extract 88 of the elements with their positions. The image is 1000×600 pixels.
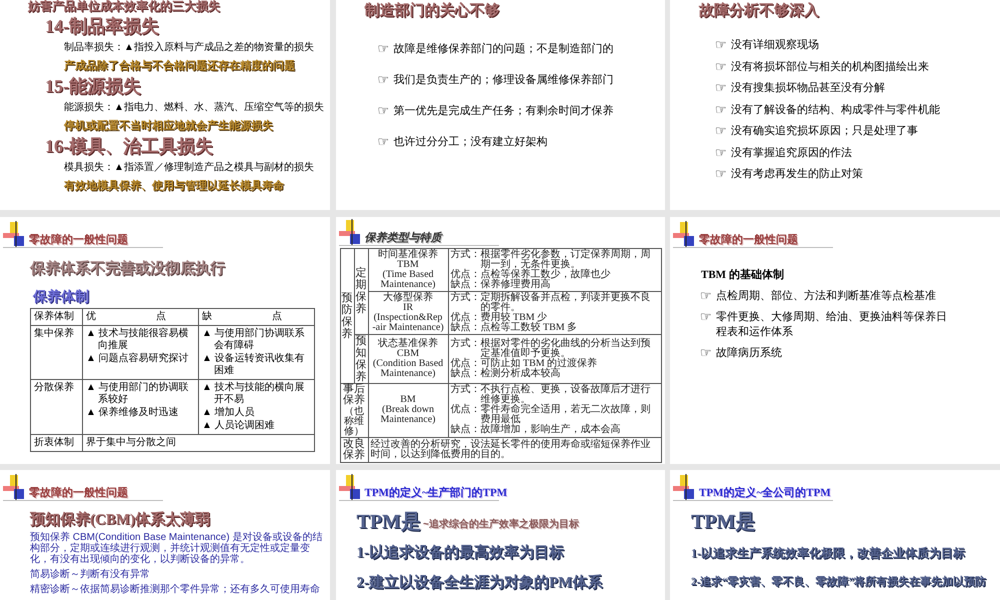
note-text: 优点：可防止如 TBM 的过渡保养	[450, 358, 598, 369]
loss-highlight: 有效地模具保养、使用与管理以延长模具寿命	[64, 179, 285, 193]
title-note: ~追求综合的生产效率之极限为目标	[422, 519, 579, 531]
table-cell: 定期保养	[354, 248, 368, 334]
bullet-text: ☞ 没有了解设备的结构、构成零件与零件机能	[715, 102, 941, 118]
squares-icon	[338, 474, 362, 500]
list-item: ▲ 设备运转资讯收集有困难	[202, 352, 306, 376]
paragraph-text: 精密诊断～依据简易诊断推测那个零件异常；还有多久可使用寿命	[30, 584, 321, 595]
list-item: ▲ 技术与技能很容易横向推展	[86, 328, 190, 352]
list-item: ▲ 技术与技能的横向展开不易	[202, 382, 306, 406]
list-item: ▲ 与使用部门的协调联系较好	[86, 382, 190, 406]
table-cell: 时间基准保养 TBM (Time Based Maintenance)	[368, 248, 448, 291]
squares-icon	[338, 218, 362, 244]
bullet-text: ☞ 也许过分分工；没有建立好架构	[378, 135, 548, 150]
table-cell: 折衷体制	[30, 434, 82, 451]
loss-definition: 制品率损失：▲指投入原料与产成品之差的物资量的损失	[64, 42, 315, 54]
section-header: 保养类型与特质	[364, 230, 442, 244]
note-text: 缺点：检测分析成本较高	[450, 368, 562, 379]
column-header: 优 点	[82, 308, 198, 325]
bullet-text: ☞ 故障是维修保养部门的问题；不是制造部门的	[378, 42, 614, 57]
table-cell: 状态基准保养 CBM (Condition Based Maintenance)	[368, 334, 448, 384]
bullet-text: ☞ 没有考虑再发生的防止对策	[715, 167, 864, 182]
definition-point: 1-以追求设备的最高效率为目标	[356, 544, 565, 563]
note-text: 优点：费用较 TBM 少	[450, 312, 548, 322]
table-cell: 改良保养	[340, 437, 368, 462]
loss-definition: 能源损失：▲指电力、燃料、水、蒸汽、压缩空气等的损失	[64, 102, 325, 114]
note-text: 方式：根据零件劣化参数，订定保养周期，周期一到，无条件更换。	[450, 250, 652, 270]
table-title: 保养体制	[33, 288, 90, 306]
note-text: 缺点：点检等工数较 TBM 多	[450, 322, 578, 332]
row-label: 事后保养	[342, 384, 366, 406]
slide-title: 制造部门的关心不够	[364, 2, 500, 20]
section-header: 零故障的一般性问题	[29, 232, 128, 246]
note-text: 缺点：保养修理费用高	[450, 280, 551, 290]
slide-title: TPM是	[691, 511, 756, 533]
table-cell: 界于集中与分散之间	[82, 434, 314, 451]
table-cell: 分散保养	[30, 379, 82, 434]
lead-text: TBM 的基础体制	[701, 268, 785, 282]
slide-title: 预知保养(CBM)体系太薄弱	[30, 512, 211, 529]
column-header: 缺 点	[198, 308, 314, 325]
table-cell: 预防保养	[340, 248, 354, 384]
list-item: ▲ 增加人员	[202, 406, 256, 418]
loss-highlight: 产成品除了合格与不合格问题还存在精度的问题	[64, 59, 296, 73]
bullet-text: ☞ 没有掌握追究原因的作法	[715, 146, 853, 160]
slide-title: 故障分析不够深入	[699, 2, 820, 20]
squares-icon	[3, 220, 27, 246]
bullet-text: ☞ 故障病历系统	[700, 346, 783, 360]
bullet-text: ☞ 零件更换、大修周期、给油、更换油料等保养日程表和运作体系	[700, 310, 948, 340]
squares-icon	[673, 474, 697, 500]
definition-point: 1-以追求生产系统效率化极限，改善企业体质为目标	[691, 545, 966, 561]
section-header: TPM的定义~全公司的TPM	[699, 486, 831, 500]
loss-definition: 模具损失：▲指添置／修理制造产品之模具与副材的损失	[64, 162, 315, 174]
list-item: ▲ 与使用部门协调联系会有障碍	[202, 328, 306, 352]
paragraph-text: 预知保养 CBM(Condition Base Maintenance) 是对设备或设备的结构部分，定期或连续进行观测，并统计观测值有无定性或定量变化，有没有出现倾向的变化，以判断设备的异常。	[30, 532, 324, 565]
note-text: 优点：点检等保养工数少，故障也少	[450, 270, 612, 280]
bullet-text: ☞ 没有将损坏部位与相关的机构图描绘出来	[715, 60, 930, 74]
slide-title: TPM是	[356, 511, 421, 533]
section-header: TPM的定义~生产部门的TPM	[364, 486, 508, 500]
table-cell: 经过改善的分析研究，设法延长零件的使用寿命或缩短保养作业时间，以达到降低费用的目的。	[368, 437, 661, 462]
loss-highlight: 停机或配置不当时相应地就会产生能源损失	[64, 119, 274, 133]
table-cell: BM (Break down Maintenance)	[368, 383, 448, 438]
paragraph-text: 简易诊断～判断有没有异常	[30, 569, 151, 580]
bullet-text: ☞ 我们是负责生产的；修理设备属维修保养部门	[378, 73, 614, 88]
note-text: 方式：根据对零件的劣化曲线的分析当达到预定基准值即予更换。	[450, 338, 652, 359]
row-note: （也称维修）	[343, 406, 365, 437]
column-header: 保养体制	[30, 308, 82, 325]
note-text: 缺点：故障增加，影响生产，成本会高	[450, 425, 622, 436]
squares-icon	[3, 474, 27, 500]
list-item: ▲ 问题点容易研究探讨	[86, 352, 190, 364]
table-cell: 预知保养	[354, 334, 368, 384]
slide-title: 保养体系不完善或没彻底执行	[30, 260, 226, 278]
loss-title: 14-制品率损失	[45, 16, 160, 36]
note-text: 方式：定期拆解设备并点检，判读并更换不良的零件。	[450, 292, 652, 312]
table-cell: 集中保养	[30, 325, 82, 379]
definition-point: 2-追求“零灾害、零不良、零故障”将所有损失在事先加以预防	[691, 574, 988, 590]
section-header: 零故障的一般性问题	[699, 232, 798, 246]
section-header: 零故障的一般性问题	[29, 486, 128, 500]
loss-title: 15-能源损失	[45, 76, 142, 96]
bullet-text: ☞ 第一优先是完成生产任务；有剩余时间才保养	[378, 104, 614, 119]
table-cell: 大修型保养 IR (Inspection&Rep -air Maintenance)	[368, 291, 448, 334]
bullet-text: ☞ 点检周期、部位、方法和判断基准等点检基准	[700, 288, 937, 304]
bullet-text: ☞ 没有确实追究损坏原因；只是处理了事	[715, 124, 919, 139]
squares-icon	[673, 220, 697, 246]
definition-point: 2-建立以设备全生涯为对象的PM体系	[356, 574, 604, 593]
loss-title: 16-模具、治工具损失	[45, 136, 214, 156]
list-item: ▲ 保养维修及时迅速	[86, 406, 180, 418]
bullet-text: ☞ 没有详细观察现场	[715, 38, 820, 53]
list-item: ▲ 人员论调困难	[202, 420, 276, 432]
bullet-text: ☞ 没有搜集损坏物品甚至没有分解	[715, 81, 886, 96]
